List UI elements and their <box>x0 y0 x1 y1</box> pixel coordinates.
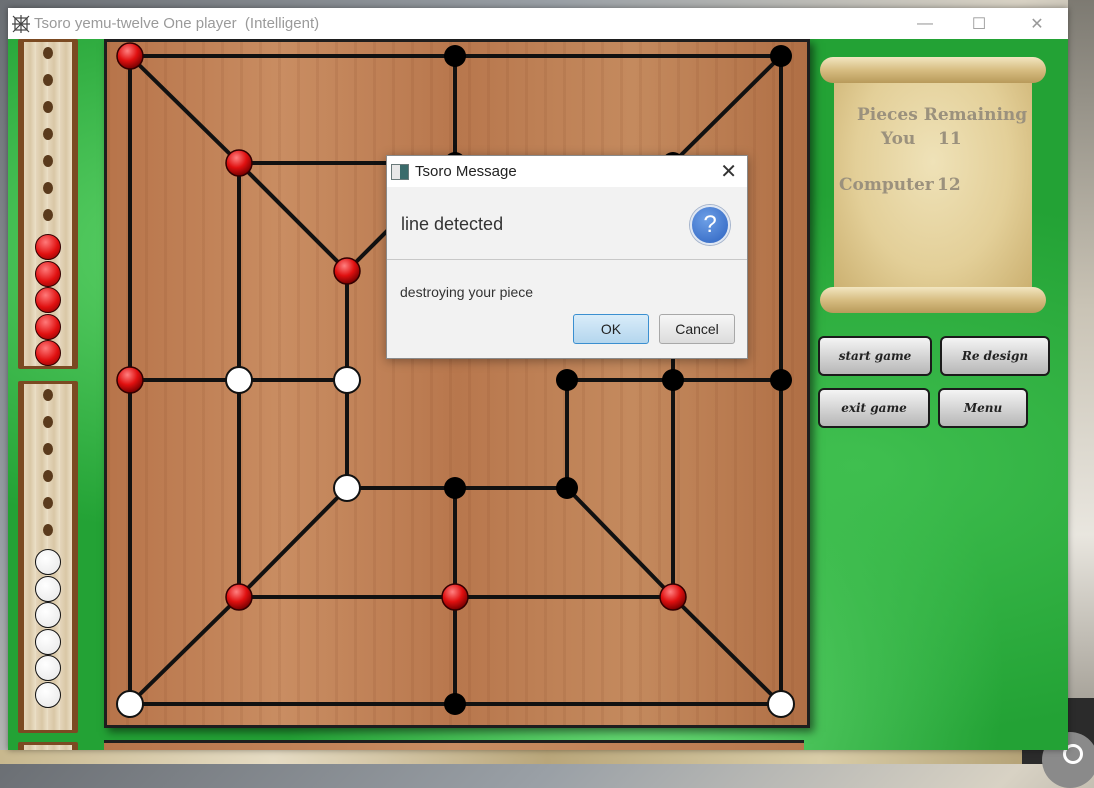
close-button[interactable]: ✕ <box>1014 8 1060 39</box>
re-design-button[interactable]: Re design <box>940 336 1050 376</box>
player-piece[interactable] <box>225 366 253 394</box>
empty-rack-slot <box>43 524 53 536</box>
pieces-remaining-heading: Pieces Remaining <box>857 105 1028 125</box>
computer-piece[interactable] <box>441 583 469 611</box>
empty-board-point[interactable] <box>662 369 684 391</box>
title-bar[interactable]: Tsoro yemu-twelve One player (Intelligen… <box>8 8 1068 39</box>
board-line <box>128 595 241 706</box>
app-window: Tsoro yemu-twelve One player (Intelligen… <box>8 8 1068 750</box>
empty-rack-slot <box>43 101 53 113</box>
empty-board-point[interactable] <box>770 369 792 391</box>
empty-rack-slot <box>43 389 53 401</box>
desktop-background-bottom <box>0 750 1094 764</box>
empty-rack-slot <box>43 155 53 167</box>
dialog-message: destroying your piece <box>400 284 534 300</box>
board-line <box>237 161 349 273</box>
start-game-button[interactable]: start game <box>818 336 932 376</box>
dialog-close-icon[interactable]: ✕ <box>720 159 737 184</box>
empty-rack-slot <box>43 182 53 194</box>
app-icon <box>12 15 30 33</box>
computer-rack-piece <box>35 234 61 260</box>
computer-rack-piece <box>35 313 61 340</box>
player-piece[interactable] <box>767 690 795 718</box>
board-lines <box>116 42 795 718</box>
cancel-button[interactable]: Cancel <box>659 314 735 344</box>
empty-rack-slot <box>43 497 53 509</box>
second-board-edge <box>104 740 804 750</box>
board-line <box>565 486 675 599</box>
player-rack-piece <box>35 655 61 681</box>
maximize-button[interactable]: ☐ <box>956 8 1002 39</box>
player-piece[interactable] <box>333 474 361 502</box>
game-board[interactable] <box>104 39 810 728</box>
player-piece[interactable] <box>333 366 361 394</box>
player-rack-piece <box>35 681 61 708</box>
empty-rack-slot <box>43 416 53 428</box>
empty-board-point[interactable] <box>556 369 578 391</box>
desktop-background <box>1068 0 1094 764</box>
board-line <box>237 486 349 599</box>
exit-game-button[interactable]: exit game <box>818 388 930 428</box>
computer-rack-piece <box>35 260 61 287</box>
computer-piece[interactable] <box>116 42 144 70</box>
empty-board-point[interactable] <box>444 693 466 715</box>
dialog-title-bar[interactable]: Tsoro Message ✕ <box>387 156 747 187</box>
dialog-header: line detected <box>401 214 504 234</box>
empty-rack-slot <box>43 74 53 86</box>
empty-rack-slot <box>43 209 53 221</box>
score-scroll: Pieces Remaining You 11 Computer 12 <box>816 57 1054 315</box>
board-line <box>671 595 783 706</box>
computer-piece[interactable] <box>225 583 253 611</box>
rack-partial <box>18 742 78 750</box>
you-count: 11 <box>938 129 962 149</box>
dialog-title: Tsoro Message <box>415 163 517 180</box>
computer-rack-piece <box>35 287 61 313</box>
question-icon: ? <box>690 205 730 245</box>
computer-piece-rack <box>18 39 78 369</box>
computer-piece[interactable] <box>333 257 361 285</box>
dialog-divider <box>387 259 747 260</box>
computer-label: Computer <box>839 175 934 195</box>
player-rack-piece <box>35 575 61 602</box>
minimize-button[interactable]: — <box>902 8 948 39</box>
player-rack-piece <box>35 549 61 575</box>
ok-button[interactable]: OK <box>573 314 649 344</box>
player-rack-piece <box>35 602 61 628</box>
board-line <box>671 54 783 165</box>
you-label: You <box>881 129 916 149</box>
computer-piece[interactable] <box>659 583 687 611</box>
computer-piece[interactable] <box>225 149 253 177</box>
empty-board-point[interactable] <box>444 477 466 499</box>
empty-board-point[interactable] <box>556 477 578 499</box>
menu-button[interactable]: Menu <box>938 388 1028 428</box>
window-title: Tsoro yemu-twelve One player (Intelligen… <box>34 15 320 32</box>
player-piece[interactable] <box>116 690 144 718</box>
game-area: Pieces Remaining You 11 Computer 12 star… <box>8 39 1068 750</box>
tsoro-message-dialog: Tsoro Message ✕ line detected ? destroyi… <box>386 155 748 359</box>
empty-rack-slot <box>43 47 53 59</box>
computer-count: 12 <box>937 175 961 195</box>
empty-rack-slot <box>43 128 53 140</box>
dialog-app-icon <box>391 164 409 180</box>
computer-rack-piece <box>35 340 61 366</box>
empty-board-point[interactable] <box>770 45 792 67</box>
board-line <box>128 54 241 165</box>
player-piece-rack <box>18 381 78 733</box>
empty-rack-slot <box>43 443 53 455</box>
computer-piece[interactable] <box>116 366 144 394</box>
empty-rack-slot <box>43 470 53 482</box>
player-rack-piece <box>35 628 61 655</box>
empty-board-point[interactable] <box>444 45 466 67</box>
